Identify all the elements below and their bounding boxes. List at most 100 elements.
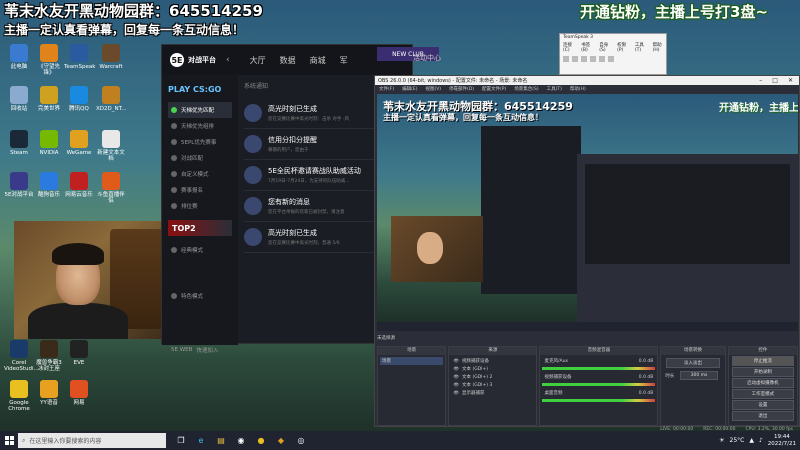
teamspeak-menu-item[interactable]: 工具(T) <box>635 42 648 53</box>
teamspeak-menu-item[interactable]: 书签(B) <box>581 42 594 53</box>
desktop-icon-item[interactable]: TeamSpeak <box>64 44 95 70</box>
steam-taskbar-icon[interactable]: ◉ <box>234 434 248 448</box>
desktop-icon-item[interactable]: WeGame <box>64 130 94 156</box>
desktop-icon-item[interactable]: 新建文本文档 <box>96 130 126 162</box>
activity-center-tab[interactable]: 活动中心 <box>413 53 441 63</box>
desktop-icon-item[interactable]: Google Chrome <box>4 380 34 412</box>
transition-select[interactable]: 淡入淡出 <box>666 358 720 368</box>
nav-army[interactable]: 军 <box>340 55 348 66</box>
desktop-icon-item[interactable]: 完美世界 <box>34 86 64 112</box>
sidebar-item[interactable]: 赛事报名 <box>168 182 232 198</box>
close-icon[interactable]: ✕ <box>788 77 793 84</box>
source-item[interactable]: 👁 文本 (GDI+) <box>451 365 534 373</box>
obs-menu-item[interactable]: 视图(V) <box>425 86 441 92</box>
obs-menu-item[interactable]: 编辑(E) <box>402 86 417 92</box>
sidebar-item[interactable]: 天梯优先组排 <box>168 118 232 134</box>
teamspeak-menu-item[interactable]: 自身(S) <box>599 42 612 53</box>
chrome-taskbar-icon[interactable]: ● <box>254 434 268 448</box>
desktop-icon-item[interactable]: YY语音 <box>34 380 64 406</box>
desktop-icon-item[interactable]: 回收站 <box>4 86 34 112</box>
file-explorer-icon[interactable]: ▤ <box>214 434 228 448</box>
source-item[interactable]: 👁 文本 (GDI+) 2 <box>451 373 534 381</box>
obs-menu-item[interactable]: 场景集合(S) <box>514 86 538 92</box>
obs-control-button[interactable]: 工作室模式 <box>731 389 795 399</box>
volume-slider[interactable] <box>542 383 656 386</box>
desktop-icon-item[interactable]: Corel VideoStudi... <box>4 340 39 372</box>
volume-slider[interactable] <box>542 399 656 402</box>
desktop-icon-item[interactable]: Steam <box>4 130 34 156</box>
desktop-icon-item[interactable]: Warcraft <box>96 44 126 70</box>
connect-icon[interactable] <box>563 56 569 62</box>
obs-window[interactable]: OBS 26.0.0 (64-bit, windows) - 配置文件: 未命名… <box>374 75 800 432</box>
mute-speaker-icon[interactable] <box>599 56 605 62</box>
nav-store[interactable]: 商城 <box>310 55 326 66</box>
duration-input[interactable]: 300 ms <box>680 371 718 380</box>
sidebar-item[interactable]: 对战匹配 <box>168 150 232 166</box>
source-item[interactable]: 👁 显示器捕获 <box>451 389 534 397</box>
desktop-icon-item[interactable]: 此电脑 <box>4 44 34 70</box>
top2-banner[interactable]: TOP2 <box>168 220 232 236</box>
obs-menu-item[interactable]: 文件(F) <box>379 86 394 92</box>
quick-join-link[interactable]: 快速加入 <box>196 346 218 354</box>
obs-control-button[interactable]: 退出 <box>731 411 795 421</box>
weather-icon[interactable]: ☀ <box>719 437 724 444</box>
obs-menu-item[interactable]: 工具(T) <box>547 86 562 92</box>
source-item[interactable]: 👁 视频捕获设备 <box>451 357 534 365</box>
obs-menu-item[interactable]: 帮助(H) <box>570 86 586 92</box>
visibility-icon[interactable]: 👁 <box>453 391 459 396</box>
volume-slider[interactable] <box>542 367 656 370</box>
desktop-icon-item[interactable]: 斗鱼直播伴侣 <box>96 172 126 204</box>
teamspeak-menu-item[interactable]: 连接(C) <box>563 42 576 53</box>
minimize-icon[interactable]: – <box>759 77 762 84</box>
sidebar-item[interactable]: 自定义模式 <box>168 166 232 182</box>
obs-control-button[interactable]: 停止推流 <box>731 356 795 366</box>
start-button[interactable] <box>0 431 18 450</box>
taskbar-search-input[interactable]: ⌕ 在这里输入你要搜索的内容 <box>18 433 166 448</box>
desktop-icon-item[interactable]: 酷狗音乐 <box>34 172 64 198</box>
edge-icon[interactable]: e <box>194 434 208 448</box>
desktop-icon-item[interactable]: XD2D_NT... <box>96 86 127 112</box>
sidebar-item[interactable]: 5EPL优先赛事 <box>168 134 232 150</box>
game-platform-logo[interactable]: 5E 对战平台 <box>170 53 216 67</box>
source-item[interactable]: 👁 文本 (GDI+) 3 <box>451 381 534 389</box>
task-view-icon[interactable]: ❐ <box>174 434 188 448</box>
obs-taskbar-icon[interactable]: ◎ <box>294 434 308 448</box>
visibility-icon[interactable]: 👁 <box>453 375 459 380</box>
volume-icon[interactable]: ♪ <box>759 437 763 444</box>
wegame-taskbar-icon[interactable]: ◆ <box>274 434 288 448</box>
teamspeak-menu-item[interactable]: 权限(P) <box>617 42 630 53</box>
teamspeak-window[interactable]: TeamSpeak 3 连接(C) 书签(B) 自身(S) 权限(P) 工具(T) 帮助(… <box>559 33 667 75</box>
visibility-icon[interactable]: 👁 <box>453 367 459 372</box>
away-icon[interactable] <box>581 56 587 62</box>
taskbar-clock[interactable]: 19:44 2022/7/21 <box>768 434 796 448</box>
sidebar-item[interactable]: 排位赛 <box>168 198 232 214</box>
nav-data[interactable]: 数据 <box>280 55 296 66</box>
obs-control-button[interactable]: 设置 <box>731 400 795 410</box>
obs-menu-item[interactable]: 停靠部件(D) <box>449 86 474 92</box>
obs-control-button[interactable]: 启动虚拟摄像机 <box>731 378 795 388</box>
sidebar-item-special-mode[interactable]: 特色模式 <box>168 288 232 304</box>
sidebar-item[interactable]: 天梯优先匹配 <box>168 102 232 118</box>
bookmark-icon[interactable] <box>572 56 578 62</box>
desktop-icon-item[interactable]: 5E对战平台 <box>4 172 34 198</box>
5e-web-link[interactable]: 5E WEB <box>171 347 192 353</box>
obs-menu-item[interactable]: 配置文件(P) <box>482 86 506 92</box>
scene-item[interactable]: 场景 <box>380 357 444 365</box>
desktop-icon-item[interactable]: EVE <box>64 340 94 366</box>
sidebar-item-classic-mode[interactable]: 经典模式 <box>168 242 232 258</box>
weather-temp[interactable]: 25°C <box>730 437 745 444</box>
desktop-icon-item[interactable]: 网易云音乐 <box>64 172 94 198</box>
desktop-icon-item[interactable]: 腾讯QQ <box>64 86 94 112</box>
settings-icon[interactable] <box>608 56 614 62</box>
visibility-icon[interactable]: 👁 <box>453 383 459 388</box>
desktop-icon-item[interactable]: 魔兽争霸3冰封王座 <box>34 340 64 372</box>
nav-lobby[interactable]: 大厅 <box>250 55 266 66</box>
network-icon[interactable]: ▲ <box>749 437 754 444</box>
desktop-icon-item[interactable]: 《守望先锋》 <box>34 44 64 76</box>
obs-preview-canvas[interactable]: 苇末水友开黑动物园群：645514259 主播一定认真看弹幕，回复每一条互动信息… <box>377 94 798 331</box>
mute-mic-icon[interactable] <box>590 56 596 62</box>
maximize-icon[interactable]: □ <box>772 77 778 84</box>
back-arrow-icon[interactable]: ‹ <box>226 55 230 65</box>
obs-control-button[interactable]: 开始录制 <box>731 367 795 377</box>
teamspeak-menu-item[interactable]: 帮助(H) <box>653 42 666 53</box>
